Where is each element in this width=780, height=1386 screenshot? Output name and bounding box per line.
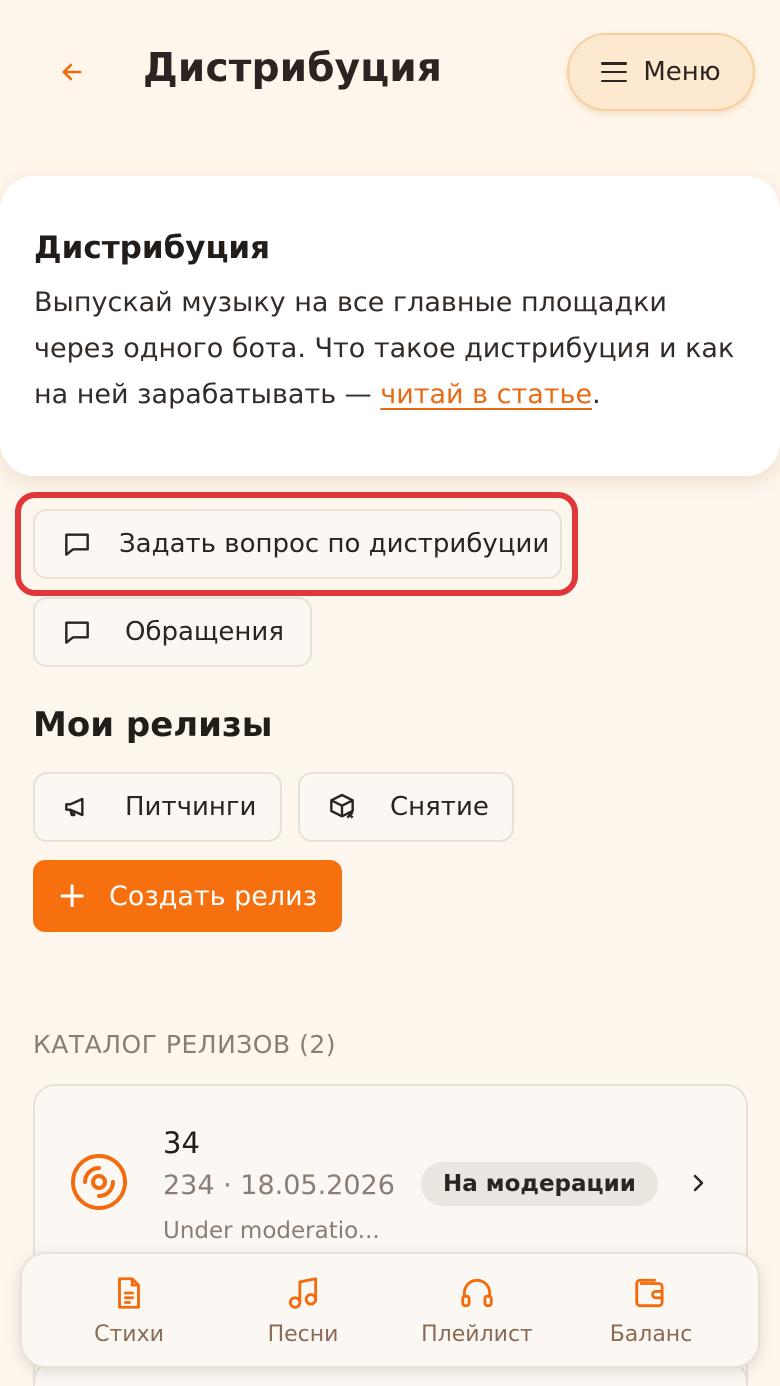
release-subtitle: Under moderatio...: [163, 1218, 380, 1244]
withdrawal-button[interactable]: Снятие: [298, 772, 514, 842]
hamburger-icon: [601, 62, 628, 82]
music-note-icon: [288, 1276, 318, 1309]
vinyl-disc-icon: [71, 1154, 127, 1210]
article-link[interactable]: читай в статье: [380, 379, 592, 410]
bottom-nav: Стихи Песни Плейлист Баланс: [20, 1252, 760, 1368]
megaphone-icon: [57, 787, 97, 827]
ask-question-button[interactable]: Задать вопрос по дистрибуции: [33, 509, 562, 579]
plus-icon: +: [57, 875, 88, 916]
ask-question-label: Задать вопрос по дистрибуции: [119, 529, 550, 559]
nav-label-poems: Стихи: [94, 1321, 164, 1347]
intro-title: Дистрибуция: [34, 230, 271, 266]
menu-label: Меню: [643, 57, 721, 87]
menu-button[interactable]: Меню: [567, 33, 755, 111]
box-remove-icon: [322, 787, 362, 827]
header: Дистрибуция Меню: [0, 0, 780, 150]
create-release-label: Создать релиз: [109, 880, 318, 912]
nav-item-balance[interactable]: Баланс: [576, 1274, 726, 1347]
pitching-button[interactable]: Питчинги: [33, 772, 282, 842]
requests-label: Обращения: [125, 617, 284, 647]
release-title: 34: [163, 1126, 200, 1160]
nav-item-playlist[interactable]: Плейлист: [402, 1274, 552, 1347]
nav-label-balance: Баланс: [609, 1321, 693, 1347]
nav-label-songs: Песни: [267, 1321, 339, 1347]
page-title: Дистрибуция: [143, 46, 443, 91]
nav-item-songs[interactable]: Песни: [228, 1274, 378, 1347]
document-icon: [118, 1276, 140, 1309]
intro-text: Выпускай музыку на все главные площадки …: [34, 280, 746, 418]
chat-icon: [57, 524, 97, 564]
back-button[interactable]: [46, 46, 98, 98]
headphones-icon: [461, 1278, 493, 1307]
nav-label-playlist: Плейлист: [421, 1321, 533, 1347]
intro-card: Дистрибуция Выпускай музыку на все главн…: [0, 176, 780, 476]
pitching-label: Питчинги: [125, 792, 257, 822]
wallet-icon: [635, 1278, 664, 1307]
requests-button[interactable]: Обращения: [33, 597, 312, 667]
chat-icon: [57, 612, 97, 652]
withdrawal-label: Снятие: [390, 792, 489, 822]
create-release-button[interactable]: + Создать релиз: [33, 860, 342, 932]
status-badge: На модерации: [421, 1162, 658, 1206]
chevron-right-icon: [693, 1174, 704, 1192]
intro-tail: .: [592, 379, 601, 410]
my-releases-title: Мои релизы: [33, 705, 273, 745]
release-meta: 234 · 18.05.2026: [163, 1170, 395, 1201]
catalog-label: КАТАЛОГ РЕЛИЗОВ (2): [33, 1030, 336, 1059]
arrow-left-icon: [62, 63, 82, 81]
nav-item-poems[interactable]: Стихи: [54, 1274, 204, 1347]
